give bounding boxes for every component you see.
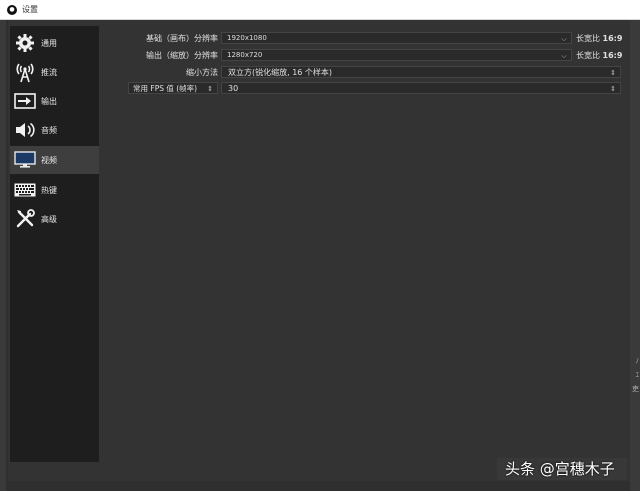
base-resolution-combo[interactable]: 1920x1080 ⌵ [221,32,572,44]
tools-icon [14,208,36,230]
fps-type-label: 常用 FPS 值 (帧率) [133,83,198,93]
sidebar-item-hotkeys[interactable]: 热键 [10,176,99,204]
updown-arrows-icon: ⇕ [610,69,616,77]
obs-app-icon: ● [7,4,17,15]
sidebar-item-label: 通用 [41,38,57,48]
output-icon [14,90,36,112]
downscale-filter-value: 双立方(锐化缩放, 16 个样本) [228,67,333,77]
sidebar-item-label: 推流 [41,67,57,77]
speaker-icon [14,119,36,141]
sidebar-item-label: 视频 [41,155,57,165]
output-resolution-combo[interactable]: 1280x720 ⌵ [221,49,572,61]
sidebar-item-output[interactable]: 输出 [10,87,99,115]
settings-sidebar: 通用 推流 输出 音频 视频 热键 高级 [10,26,99,462]
chevron-down-icon[interactable]: ⌵ [560,51,568,61]
window-title: 设置 [22,5,38,14]
sidebar-item-video[interactable]: 视频 [10,146,99,174]
output-aspect-ratio: 长宽比 16:9 [576,51,623,60]
sidebar-item-label: 输出 [41,96,57,106]
fps-value-select[interactable]: 30 ⇕ [221,82,621,94]
background-window-right-edge: ﾉ ｴ 吏 [630,20,640,491]
sidebar-item-label: 高级 [41,214,57,224]
base-aspect-ratio: 长宽比 16:9 [576,34,623,43]
sidebar-item-general[interactable]: 通用 [10,29,99,57]
sidebar-item-stream[interactable]: 推流 [10,58,99,86]
gear-icon [14,32,36,54]
downscale-filter-label: 缩小方法 [186,68,218,77]
downscale-filter-select[interactable]: 双立方(锐化缩放, 16 个样本) ⇕ [221,66,621,78]
sidebar-item-label: 热键 [41,185,57,195]
output-resolution-label: 输出（缩放）分辨率 [146,51,218,60]
antenna-icon [14,61,36,83]
watermark-text: 头条 @宫穗木子 [505,460,615,478]
keyboard-icon [14,179,36,201]
updown-arrows-icon: ⇕ [207,85,213,93]
sidebar-item-advanced[interactable]: 高级 [10,205,99,233]
fps-value: 30 [228,83,239,93]
settings-window: ● 设置 ﾉ ｴ 吏 通用 推流 输出 音频 视频 热键 高级 基础（画布）分辨… [0,0,640,491]
base-resolution-label: 基础（画布）分辨率 [146,34,218,43]
background-text: ｴ [635,371,640,379]
output-resolution-value: 1280x720 [227,51,263,59]
base-resolution-value: 1920x1080 [227,34,267,42]
fps-type-select[interactable]: 常用 FPS 值 (帧率) ⇕ [128,82,218,94]
title-bar[interactable]: ● 设置 [0,0,640,20]
background-text: 吏 [632,385,639,393]
background-text: ﾉ [635,357,640,365]
sidebar-item-audio[interactable]: 音频 [10,116,99,144]
monitor-icon [14,149,36,171]
settings-dialog: 通用 推流 输出 音频 视频 热键 高级 基础（画布）分辨率 1920x1080… [8,20,630,481]
background-window-left-edge [0,20,6,491]
updown-arrows-icon: ⇕ [610,85,616,93]
sidebar-item-label: 音频 [41,125,57,135]
chevron-down-icon[interactable]: ⌵ [560,34,568,44]
